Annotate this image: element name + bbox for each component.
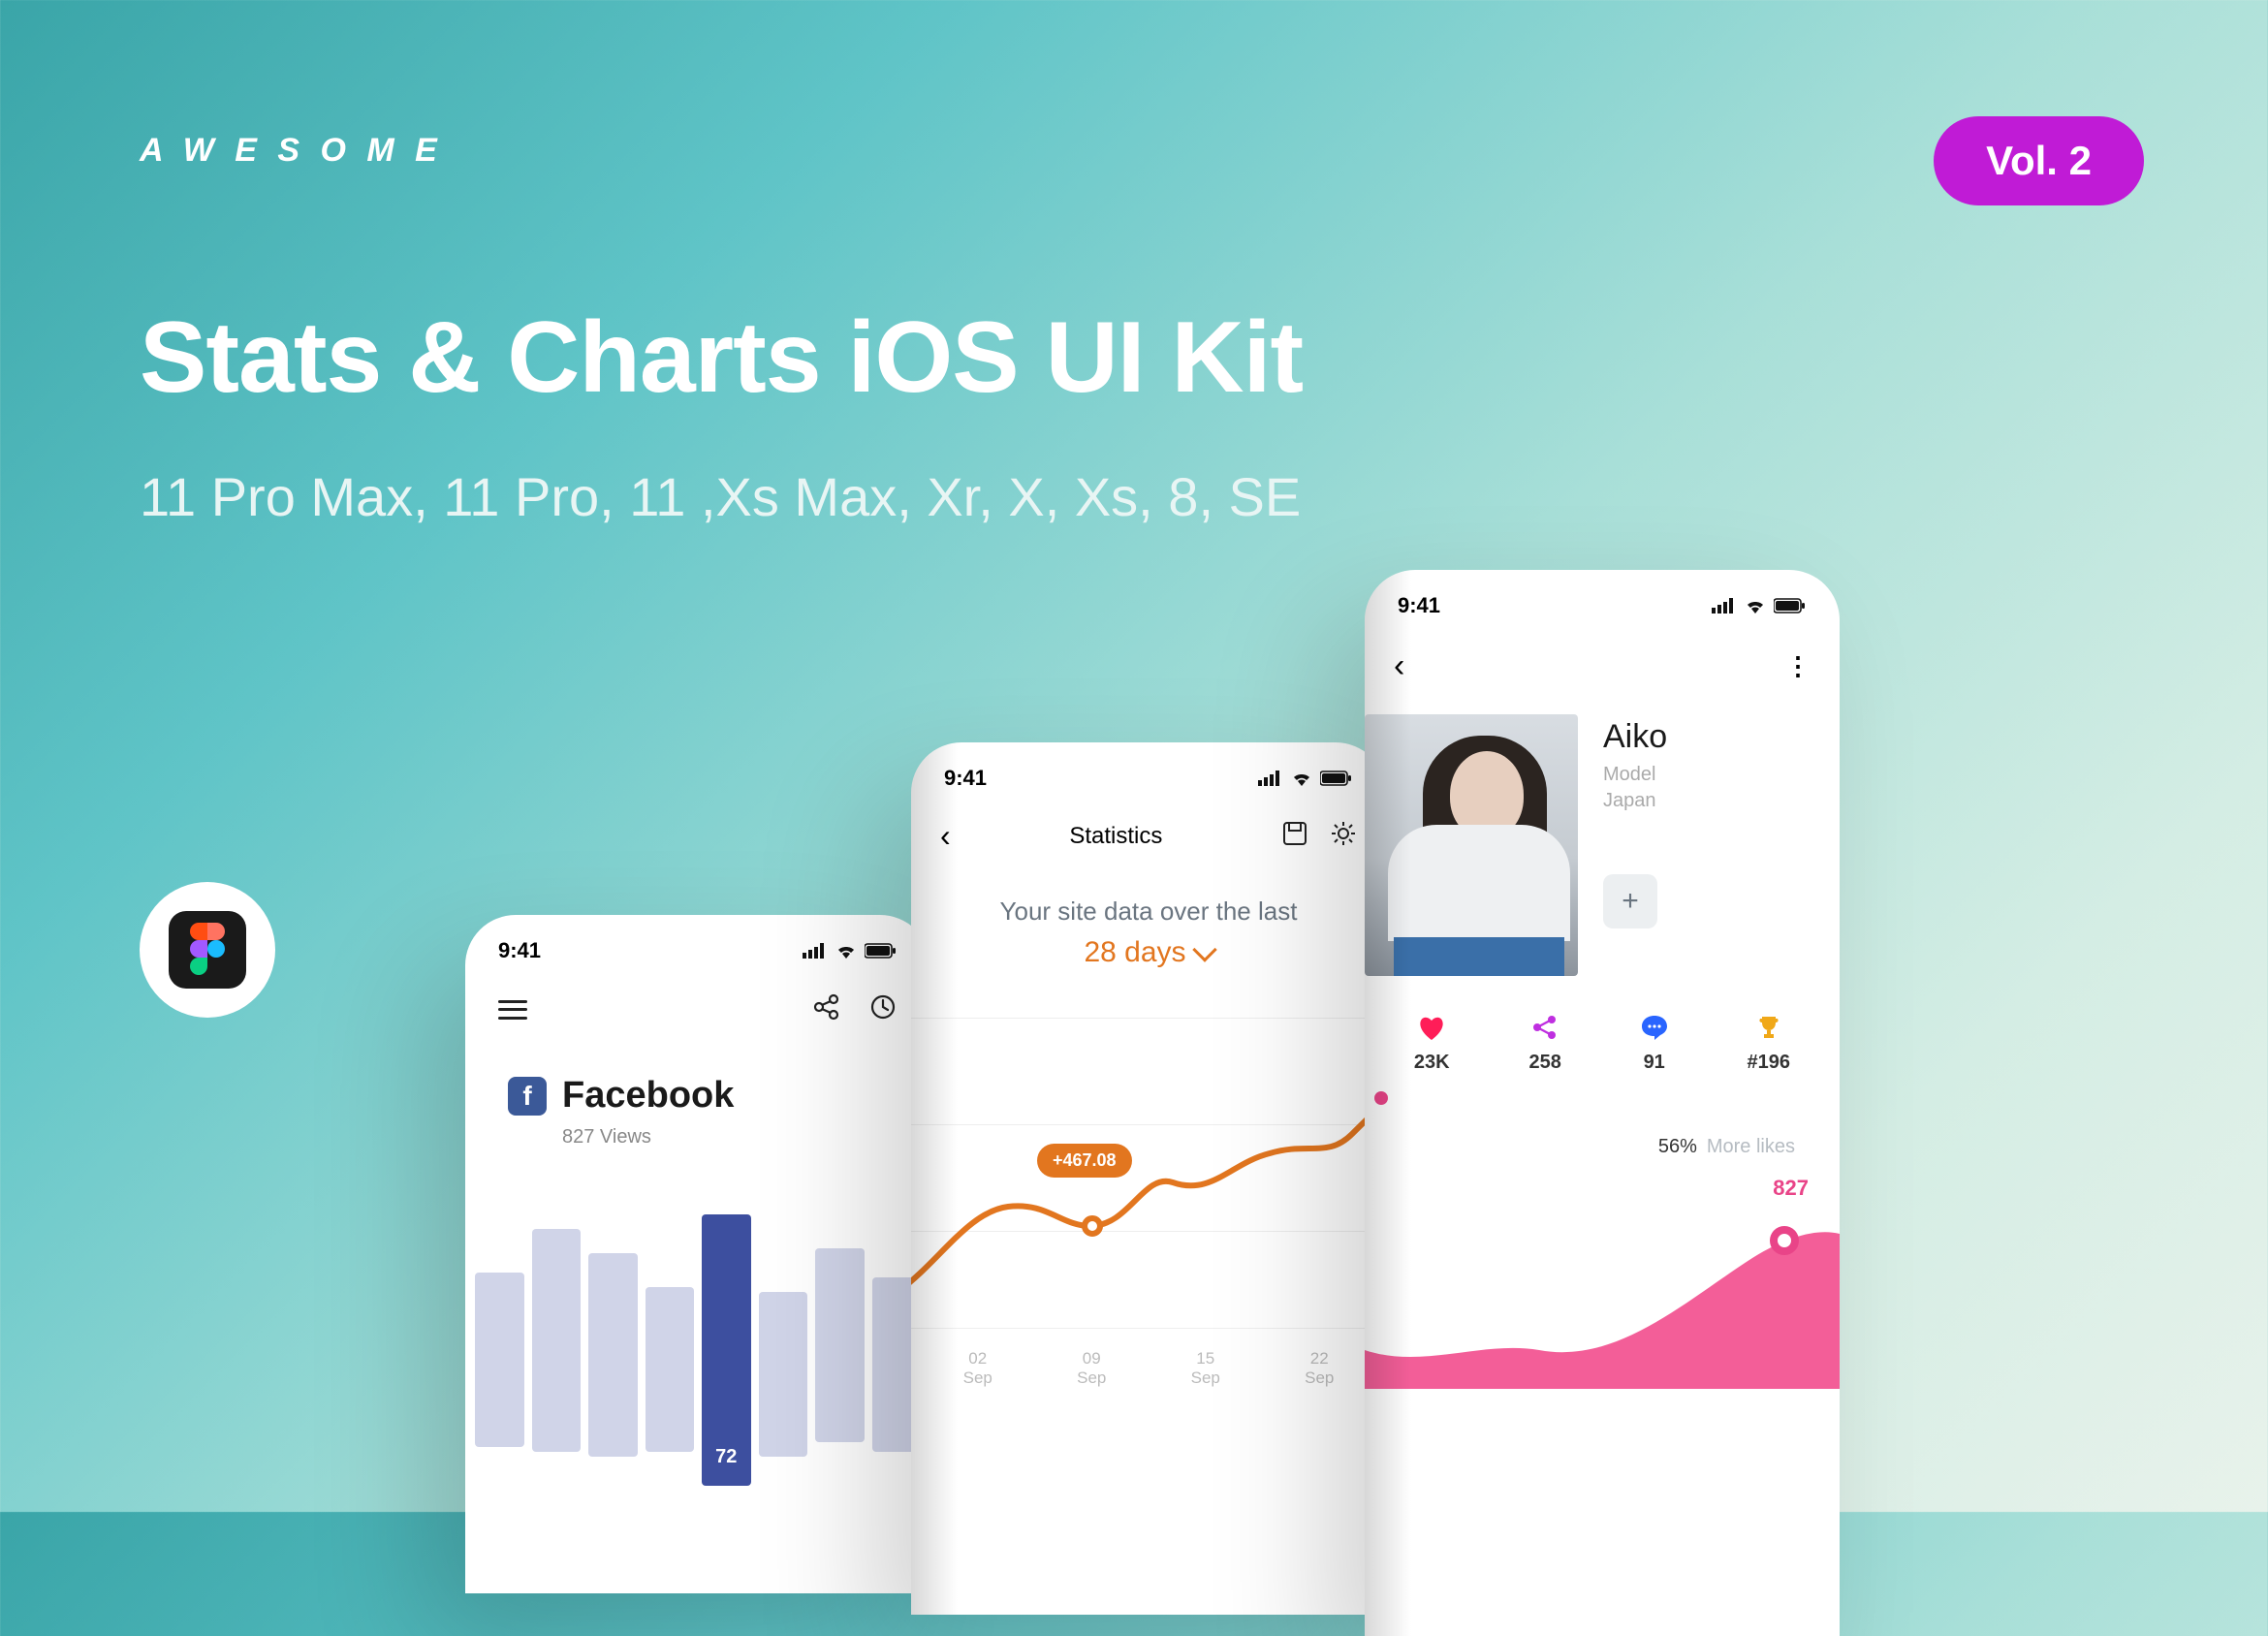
chevron-down-icon: [1192, 937, 1216, 961]
line-chart: +467.08: [911, 1008, 1386, 1337]
profile-location: Japan: [1603, 790, 1809, 812]
range-selector[interactable]: 28 days: [911, 936, 1386, 969]
range-label: 28 days: [1084, 936, 1185, 969]
phone-mock-statistics: 9:41 ‹ Statistics Your site data over th…: [911, 742, 1386, 1615]
page-title: Stats & Charts iOS UI Kit: [140, 300, 1303, 416]
phone-mock-profile: 9:41 ‹ ⋮ Aiko Model Japan + 23K: [1365, 570, 1840, 1636]
volume-badge: Vol. 2: [1934, 116, 2144, 205]
brand-logo-text: A W E S O M E: [140, 132, 443, 170]
add-button[interactable]: +: [1603, 874, 1657, 928]
profile-photo: [1365, 714, 1578, 976]
status-time: 9:41: [498, 938, 541, 963]
status-icons: [1712, 598, 1807, 614]
x-axis-labels: 02Sep 09Sep 15Sep 22Sep: [911, 1337, 1386, 1388]
more-likes-label: More likes: [1707, 1136, 1795, 1158]
area-peak-marker: [1770, 1226, 1799, 1255]
bar-chart: 72: [465, 1185, 930, 1495]
page-subtitle: 11 Pro Max, 11 Pro, 11 ,Xs Max, Xr, X, X…: [140, 465, 1301, 528]
more-likes-pct: 56%: [1658, 1136, 1697, 1158]
status-icons: [803, 943, 898, 959]
status-time: 9:41: [944, 766, 987, 791]
more-menu-icon[interactable]: ⋮: [1785, 659, 1811, 675]
phone-mock-facebook: 9:41 f Facebook 827 Views 72: [465, 915, 930, 1593]
screen-title: Statistics: [1069, 823, 1162, 850]
trophy-icon: [1748, 1013, 1791, 1042]
area-chart: 827: [1365, 1176, 1840, 1389]
legend-dot: [1374, 1091, 1388, 1105]
clock-icon[interactable]: [868, 992, 898, 1026]
stat-likes: 23K: [1414, 1052, 1450, 1074]
card-subtitle: 827 Views: [520, 1126, 930, 1148]
stat-comments: 91: [1641, 1052, 1668, 1074]
save-icon[interactable]: [1281, 820, 1308, 852]
figma-badge: [140, 882, 275, 1018]
heart-icon: [1414, 1013, 1450, 1042]
chart-description: Your site data over the last: [911, 897, 1386, 927]
tooltip-badge: +467.08: [1037, 1144, 1132, 1178]
facebook-icon: f: [508, 1077, 547, 1116]
status-time: 9:41: [1398, 593, 1440, 618]
back-button[interactable]: ‹: [940, 818, 951, 854]
profile-role: Model: [1603, 764, 1809, 786]
share-icon: [1528, 1013, 1560, 1042]
card-title: Facebook: [562, 1075, 734, 1117]
bar-value-label: 72: [715, 1446, 737, 1468]
figma-icon: [190, 923, 225, 977]
settings-gear-icon[interactable]: [1330, 820, 1357, 852]
stat-shares: 258: [1528, 1052, 1560, 1074]
status-icons: [1258, 771, 1353, 786]
profile-name: Aiko: [1603, 718, 1809, 756]
stat-rank: #196: [1748, 1052, 1791, 1074]
share-icon[interactable]: [812, 992, 841, 1026]
comment-icon: [1641, 1013, 1668, 1042]
data-point-marker: [1082, 1215, 1103, 1237]
area-peak-value: 827: [1773, 1176, 1809, 1201]
hamburger-menu-icon[interactable]: [498, 1000, 527, 1020]
back-button[interactable]: ‹: [1394, 647, 1404, 685]
